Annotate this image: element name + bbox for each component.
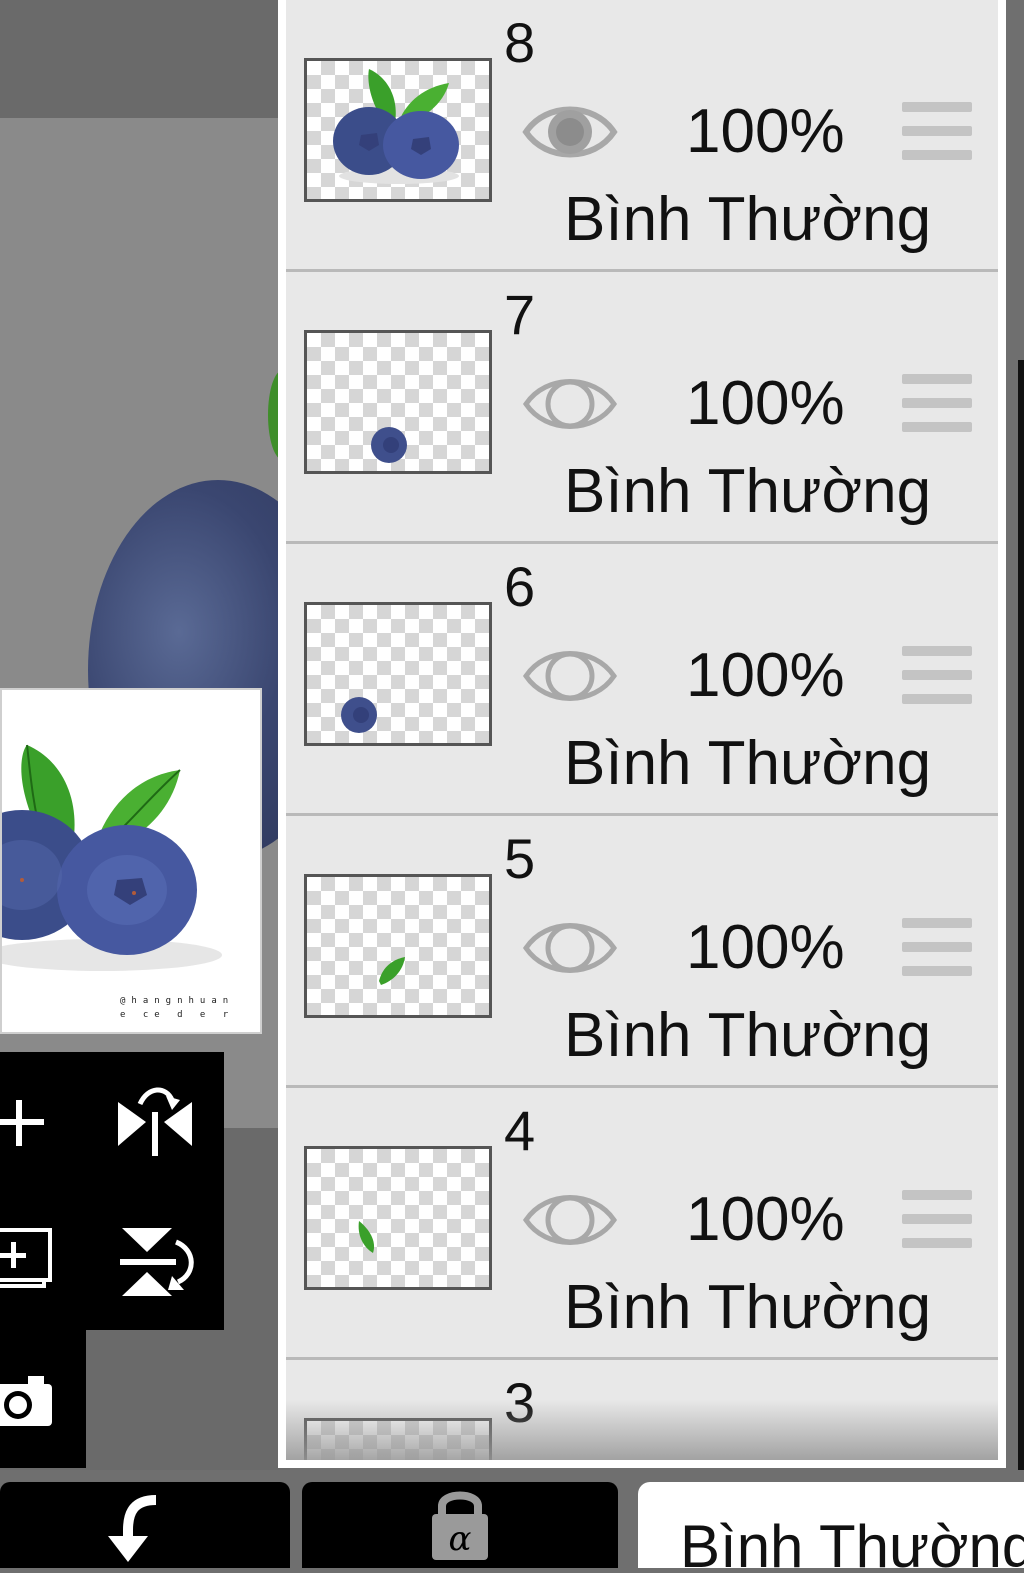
layer-thumbnail-art xyxy=(341,697,377,733)
layer-list[interactable]: 8 100% Bình Thường 7 100% Bình Thường 6 … xyxy=(286,0,998,1460)
layer-thumbnail[interactable] xyxy=(304,602,492,746)
layer-opacity[interactable]: 100% xyxy=(686,912,845,983)
visibility-eye-icon[interactable] xyxy=(522,640,618,712)
add-layer-copy-button[interactable] xyxy=(0,1226,56,1296)
layer-blend-mode: Bình Thường xyxy=(564,1001,932,1070)
layer-number: 7 xyxy=(504,283,536,346)
blend-mode-value: Bình Thường xyxy=(680,1513,1024,1568)
svg-text:α: α xyxy=(449,1519,472,1559)
layer-blend-mode: Bình Thường xyxy=(564,729,932,798)
artwork-preview[interactable] xyxy=(0,688,262,1034)
layer-thumbnail-art xyxy=(371,427,407,463)
flip-horizontal-icon xyxy=(118,1087,192,1156)
drag-handle-icon[interactable] xyxy=(902,1190,972,1248)
camera-icon xyxy=(0,1376,52,1426)
visibility-eye-icon[interactable] xyxy=(522,912,618,984)
layer-thumbnail[interactable] xyxy=(304,874,492,1018)
return-button[interactable] xyxy=(0,1482,290,1568)
visibility-eye-icon[interactable] xyxy=(522,96,618,168)
flip-vertical-button[interactable] xyxy=(112,1220,198,1304)
layer-list-fade xyxy=(286,1400,998,1460)
layer-thumbnail-art xyxy=(358,1221,375,1253)
layer-thumbnail[interactable] xyxy=(304,330,492,474)
layer-blend-mode: Bình Thường xyxy=(564,1273,932,1342)
layer-scrollbar[interactable] xyxy=(1018,360,1024,1480)
drag-handle-icon[interactable] xyxy=(902,646,972,704)
layer-number: 5 xyxy=(504,827,536,890)
layer-row-5[interactable]: 5 100% Bình Thường xyxy=(286,816,998,1088)
canvas-top-area xyxy=(0,0,290,118)
layer-thumbnail[interactable] xyxy=(304,1146,492,1290)
layer-opacity[interactable]: 100% xyxy=(686,640,845,711)
layer-number: 6 xyxy=(504,555,536,618)
layer-number: 4 xyxy=(504,1099,536,1162)
plus-icon xyxy=(0,1100,44,1146)
preview-signature: @hangnhuan e ce d e r xyxy=(120,996,235,1020)
drag-handle-icon[interactable] xyxy=(902,374,972,432)
flip-horizontal-button[interactable] xyxy=(110,1082,200,1162)
visibility-eye-icon[interactable] xyxy=(522,368,618,440)
layer-blend-mode: Bình Thường xyxy=(564,185,932,254)
layer-opacity[interactable]: 100% xyxy=(686,1184,845,1255)
layer-panel: 8 100% Bình Thường 7 100% Bình Thường 6 … xyxy=(278,0,1006,1468)
visibility-eye-icon[interactable] xyxy=(522,1184,618,1256)
camera-button[interactable] xyxy=(0,1370,56,1434)
alpha-lock-icon: α xyxy=(432,1491,488,1560)
layer-row-8[interactable]: 8 100% Bình Thường xyxy=(286,0,998,272)
layer-number: 8 xyxy=(504,11,536,74)
layer-opacity[interactable]: 100% xyxy=(686,368,845,439)
drag-handle-icon[interactable] xyxy=(902,102,972,160)
layer-thumbnail-art xyxy=(379,957,405,985)
layer-thumbnail[interactable] xyxy=(304,58,492,202)
add-layer-copy-icon xyxy=(0,1228,52,1288)
return-arrow-icon xyxy=(108,1495,157,1562)
layer-opacity[interactable]: 100% xyxy=(686,96,845,167)
add-layer-button[interactable] xyxy=(0,1092,50,1152)
blend-mode-select[interactable]: Bình Thường xyxy=(638,1482,1024,1568)
alpha-lock-button[interactable]: α xyxy=(302,1482,618,1568)
layer-blend-mode: Bình Thường xyxy=(564,457,932,526)
layer-row-7[interactable]: 7 100% Bình Thường xyxy=(286,272,998,544)
layer-row-4[interactable]: 4 100% Bình Thường xyxy=(286,1088,998,1360)
flip-vertical-icon xyxy=(120,1228,194,1296)
layer-row-6[interactable]: 6 100% Bình Thường xyxy=(286,544,998,816)
layer-thumbnail-art xyxy=(333,69,459,184)
drag-handle-icon[interactable] xyxy=(902,918,972,976)
